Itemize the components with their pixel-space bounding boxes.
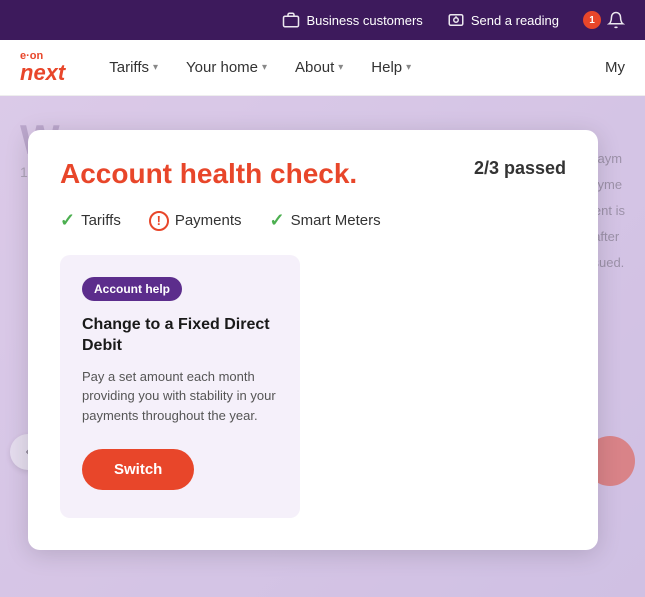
check-warn-icon-payments: ! — [149, 211, 169, 231]
card-description: Pay a set amount each month providing yo… — [82, 367, 278, 426]
nav-tariffs[interactable]: Tariffs ▾ — [95, 40, 172, 96]
check-pass-icon-smart-meters: ✓ — [270, 210, 285, 231]
check-pass-icon-tariffs: ✓ — [60, 210, 75, 231]
check-item-smart-meters: ✓ Smart Meters — [270, 210, 381, 231]
nav-about[interactable]: About ▾ — [281, 40, 357, 96]
business-customers-link[interactable]: Business customers — [282, 11, 422, 29]
nav-my[interactable]: My — [605, 59, 625, 76]
modal-header: Account health check. 2/3 passed — [60, 158, 566, 190]
send-reading-label: Send a reading — [471, 13, 559, 28]
meter-icon — [447, 11, 465, 29]
top-bar: Business customers Send a reading 1 — [0, 0, 645, 40]
check-label-payments: Payments — [175, 212, 242, 229]
card-area: Account help Change to a Fixed Direct De… — [60, 255, 566, 518]
switch-button[interactable]: Switch — [82, 449, 194, 490]
nav-your-home[interactable]: Your home ▾ — [172, 40, 281, 96]
help-chevron-icon: ▾ — [406, 62, 411, 73]
logo[interactable]: e·on next — [20, 51, 65, 84]
tariffs-chevron-icon: ▾ — [153, 62, 158, 73]
about-chevron-icon: ▾ — [338, 62, 343, 73]
nav-your-home-label: Your home — [186, 59, 258, 76]
account-help-badge: Account help — [82, 277, 182, 301]
business-customers-label: Business customers — [306, 13, 422, 28]
card-title: Change to a Fixed Direct Debit — [82, 315, 278, 357]
briefcase-icon — [282, 11, 300, 29]
nav-help[interactable]: Help ▾ — [357, 40, 425, 96]
bell-icon — [607, 11, 625, 29]
nav-about-label: About — [295, 59, 334, 76]
modal-title: Account health check. — [60, 158, 357, 190]
check-item-payments: ! Payments — [149, 210, 242, 231]
check-label-tariffs: Tariffs — [81, 212, 121, 229]
notification-bell[interactable]: 1 — [583, 11, 625, 29]
health-check-modal: Account health check. 2/3 passed ✓ Tarif… — [28, 130, 598, 550]
send-reading-link[interactable]: Send a reading — [447, 11, 559, 29]
notification-count: 1 — [583, 11, 601, 29]
logo-next-text: next — [20, 62, 65, 84]
nav-help-label: Help — [371, 59, 402, 76]
nav-my-label: My — [605, 59, 625, 76]
help-card: Account help Change to a Fixed Direct De… — [60, 255, 300, 518]
your-home-chevron-icon: ▾ — [262, 62, 267, 73]
passed-count: 2/3 passed — [474, 158, 566, 179]
nav-items: Tariffs ▾ Your home ▾ About ▾ Help ▾ — [95, 40, 605, 96]
nav-tariffs-label: Tariffs — [109, 59, 149, 76]
check-label-smart-meters: Smart Meters — [291, 212, 381, 229]
check-item-tariffs: ✓ Tariffs — [60, 210, 121, 231]
check-items-list: ✓ Tariffs ! Payments ✓ Smart Meters — [60, 210, 566, 231]
nav-bar: e·on next Tariffs ▾ Your home ▾ About ▾ … — [0, 40, 645, 96]
